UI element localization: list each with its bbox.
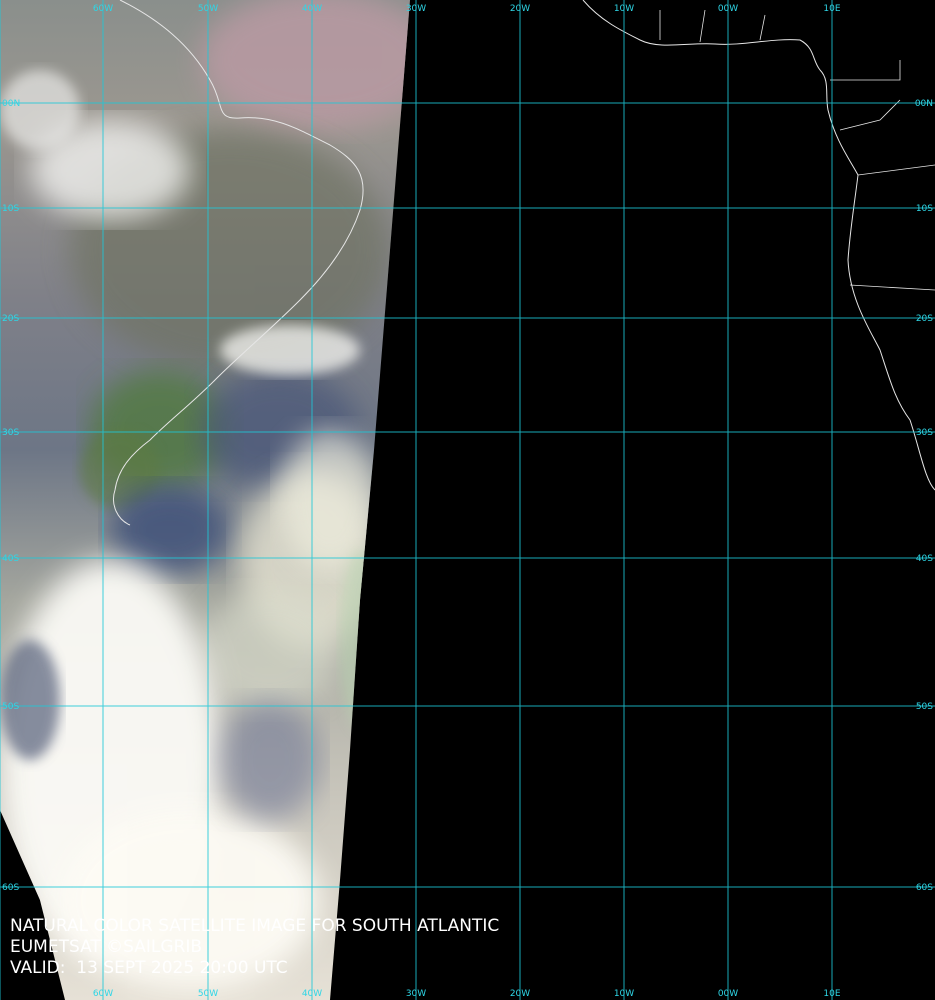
longitude-label-top: 40W [302,4,322,14]
longitude-label-bottom: 00W [718,989,738,999]
latitude-label-right: 50S [916,702,933,712]
latitude-label-right: 30S [916,428,933,438]
latitude-label-right: 10S [916,204,933,214]
latitude-label-left: 60S [2,883,19,893]
longitude-label-top: 00W [718,4,738,14]
latitude-label-right: 60S [916,883,933,893]
longitude-label-top: 20W [510,4,530,14]
latitude-label-right: 00N [915,99,933,109]
latitude-label-left: 10S [2,204,19,214]
latitude-label-left: 40S [2,554,19,564]
latitude-label-right: 20S [916,314,933,324]
latitude-label-left: 50S [2,702,19,712]
latitude-label-right: 40S [916,554,933,564]
latitude-label-left: 00N [2,99,20,109]
latitude-label-left: 30S [2,428,19,438]
longitude-label-top: 50W [198,4,218,14]
latitude-label-left: 20S [2,314,19,324]
longitude-label-top: 10W [614,4,634,14]
longitude-label-bottom: 50W [198,989,218,999]
satellite-map: 60W 50W 40W 30W 20W 10W 00W 10E 60W 50W 40W 30W 20W 1… [0,0,935,1000]
longitude-label-bottom: 30W [406,989,426,999]
longitude-label-top: 10E [823,4,840,14]
caption-title: NATURAL COLOR SATELLITE IMAGE FOR SOUTH … [10,916,500,936]
map-caption: NATURAL COLOR SATELLITE IMAGE FOR SOUTH … [10,916,499,979]
longitude-label-bottom: 40W [302,989,322,999]
longitude-label-bottom: 10E [823,989,840,999]
caption-valid-time: VALID: 13 SEPT 2025 20:00 UTC [10,958,288,978]
caption-source: EUMETSAT ©SAILGRIB [10,937,203,957]
longitude-label-top: 30W [406,4,426,14]
longitude-label-bottom: 20W [510,989,530,999]
longitude-label-top: 60W [93,4,113,14]
longitude-label-bottom: 60W [93,989,113,999]
longitude-label-bottom: 10W [614,989,634,999]
